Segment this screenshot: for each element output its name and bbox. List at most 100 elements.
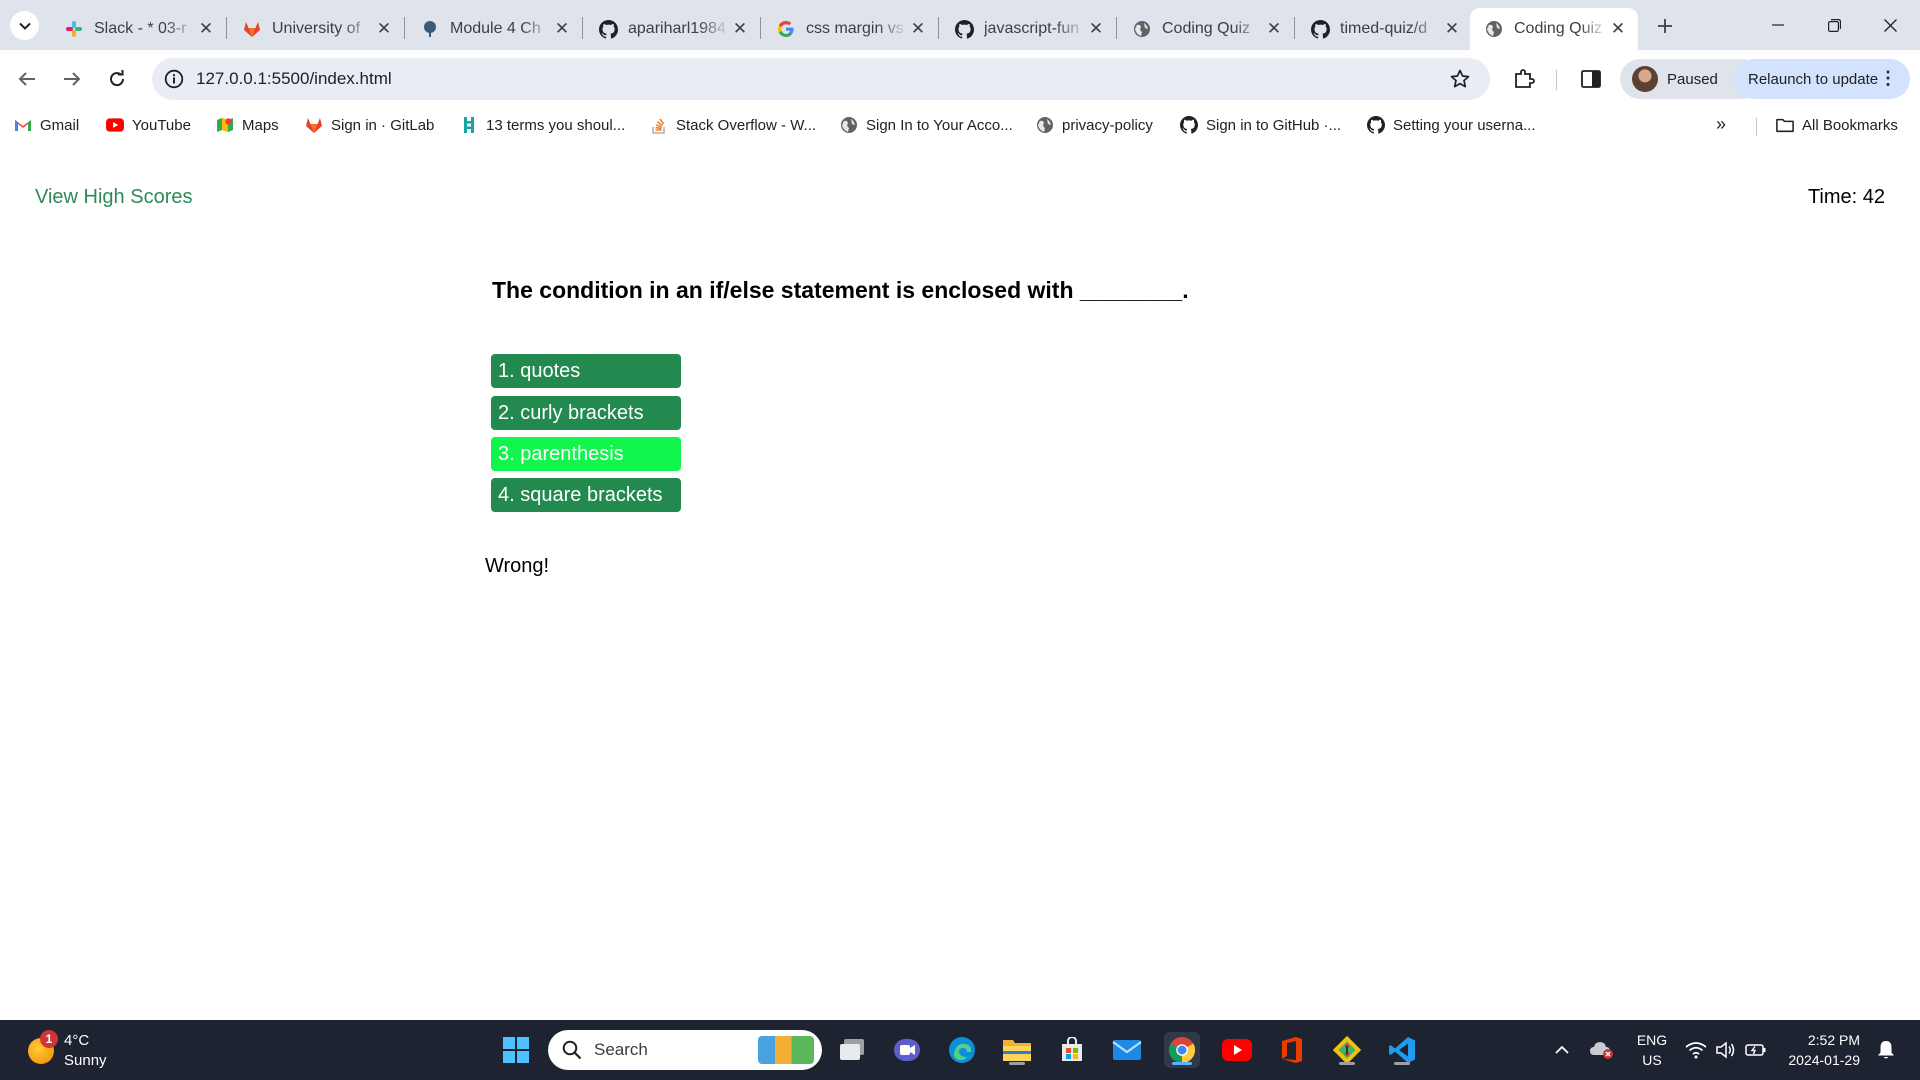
more-options-icon[interactable]: ⋮ xyxy=(1879,68,1897,88)
minimize-icon xyxy=(1772,24,1784,26)
edge-icon xyxy=(949,1037,975,1063)
address-bar[interactable]: 127.0.0.1:5500/index.html xyxy=(152,58,1490,100)
restore-button[interactable] xyxy=(1806,0,1862,50)
battery-status[interactable] xyxy=(1738,1032,1774,1068)
module-icon xyxy=(420,19,440,39)
git-app-button[interactable] xyxy=(1329,1032,1365,1068)
notification-badge: 1 xyxy=(40,1030,58,1048)
bookmark-star-icon[interactable] xyxy=(1448,67,1472,91)
tab-close-icon[interactable]: ✕ xyxy=(374,19,394,39)
folder-icon xyxy=(1003,1040,1031,1061)
tab-divider xyxy=(1294,17,1295,39)
bookmark-gmail[interactable]: Gmail xyxy=(14,114,79,136)
side-panel-button[interactable] xyxy=(1578,66,1604,92)
browser-tab-active[interactable]: Coding Quiz ✕ xyxy=(1470,8,1638,50)
answer-button[interactable]: 1. quotes xyxy=(491,354,681,388)
question-text: The condition in an if/else statement is… xyxy=(492,277,1189,303)
url-text[interactable]: 127.0.0.1:5500/index.html xyxy=(196,69,392,89)
browser-tab[interactable]: css margin vs ✕ xyxy=(762,8,938,50)
search-placeholder: Search xyxy=(594,1040,648,1059)
answer-button[interactable]: 4. square brackets xyxy=(491,478,681,512)
github-icon xyxy=(1310,19,1330,39)
arrow-right-icon xyxy=(64,72,81,86)
tab-title: Coding Quiz xyxy=(1162,20,1251,37)
answer-button-hovered[interactable]: 3. parenthesis xyxy=(491,437,681,471)
youtube-app-button[interactable] xyxy=(1219,1032,1255,1068)
tab-close-icon[interactable]: ✕ xyxy=(730,19,750,39)
reload-icon xyxy=(110,70,125,87)
bookmark-label: Sign In to Your Acco... xyxy=(866,116,1013,134)
tab-search-button[interactable] xyxy=(10,11,39,40)
bookmark-youtube[interactable]: YouTube xyxy=(106,114,191,136)
tab-close-icon[interactable]: ✕ xyxy=(908,19,928,39)
tab-close-icon[interactable]: ✕ xyxy=(1264,19,1284,39)
bookmark-label: YouTube xyxy=(132,116,191,134)
forward-button[interactable] xyxy=(55,62,89,96)
browser-tab[interactable]: Module 4 Ch ✕ xyxy=(406,8,582,50)
weather-widget[interactable]: 1 4°C Sunny xyxy=(26,1030,156,1072)
close-window-button[interactable] xyxy=(1862,0,1918,50)
bookmark-label: 13 terms you shoul... xyxy=(486,116,626,134)
notifications-button[interactable] xyxy=(1868,1032,1904,1068)
running-indicator xyxy=(1394,1062,1410,1065)
tab-close-icon[interactable]: ✕ xyxy=(1086,19,1106,39)
bookmark-stackoverflow[interactable]: Stack Overflow - W... xyxy=(650,114,816,136)
vscode-button[interactable] xyxy=(1384,1032,1420,1068)
new-tab-button[interactable] xyxy=(1651,12,1679,40)
github-icon xyxy=(954,19,974,39)
chrome-button[interactable] xyxy=(1164,1032,1200,1068)
relaunch-update-button[interactable]: Relaunch to update ⋮ xyxy=(1734,59,1910,99)
mail-button[interactable] xyxy=(1109,1032,1145,1068)
microsoft-store-button[interactable] xyxy=(1054,1032,1090,1068)
tab-divider xyxy=(404,17,405,39)
bookmark-maps[interactable]: Maps xyxy=(216,114,279,136)
view-high-scores-link[interactable]: View High Scores xyxy=(35,186,192,209)
all-bookmarks-button[interactable]: All Bookmarks xyxy=(1776,114,1898,136)
browser-tab[interactable]: javascript-fun ✕ xyxy=(940,8,1116,50)
browser-tab[interactable]: apariharl1984 ✕ xyxy=(584,8,760,50)
clock-time: 2:52 PM xyxy=(1807,1032,1860,1048)
browser-tab[interactable]: University of ✕ xyxy=(228,8,404,50)
bookmark-13-terms[interactable]: 13 terms you shoul... xyxy=(460,114,625,136)
bookmark-github-signin[interactable]: Sign in to GitHub ·... xyxy=(1180,114,1341,136)
side-panel-icon xyxy=(1581,70,1601,88)
windows-logo-icon xyxy=(503,1037,529,1063)
tab-close-icon[interactable]: ✕ xyxy=(196,19,216,39)
start-button[interactable] xyxy=(498,1032,534,1068)
system-clock[interactable]: 2:52 PM 2024-01-29 xyxy=(1778,1030,1860,1070)
extensions-button[interactable] xyxy=(1511,66,1537,92)
tab-divider xyxy=(760,17,761,39)
file-explorer-button[interactable] xyxy=(999,1032,1035,1068)
teams-chat-button[interactable] xyxy=(889,1032,925,1068)
minimize-button[interactable] xyxy=(1750,0,1806,50)
tab-close-icon[interactable]: ✕ xyxy=(1442,19,1462,39)
input-language-indicator[interactable]: ENG US xyxy=(1632,1030,1672,1070)
back-button[interactable] xyxy=(10,62,44,96)
stackoverflow-icon xyxy=(650,116,668,134)
folder-icon xyxy=(1776,116,1794,134)
bookmark-sign-in-account[interactable]: Sign In to Your Acco... xyxy=(840,114,1013,136)
office-button[interactable] xyxy=(1274,1032,1310,1068)
onedrive-status-button[interactable] xyxy=(1584,1032,1620,1068)
site-info-icon[interactable] xyxy=(162,67,186,91)
running-indicator xyxy=(1339,1062,1355,1065)
bookmarks-bar: Gmail YouTube Maps Sign in · GitLab 13 t… xyxy=(0,108,1920,142)
more-bookmarks-chevron-icon[interactable]: » xyxy=(1716,114,1726,135)
timer-display: Time: 42 xyxy=(1807,186,1885,208)
task-view-button[interactable] xyxy=(835,1032,871,1068)
bookmark-github-username[interactable]: Setting your userna... xyxy=(1367,114,1536,136)
browser-tab[interactable]: timed-quiz/d ✕ xyxy=(1296,8,1472,50)
tab-close-icon[interactable]: ✕ xyxy=(552,19,572,39)
show-hidden-icons-button[interactable] xyxy=(1544,1032,1580,1068)
bookmark-gitlab[interactable]: Sign in · GitLab xyxy=(305,114,434,136)
taskbar-search[interactable]: Search xyxy=(548,1030,822,1070)
tab-title: University of xyxy=(272,20,361,37)
browser-tab[interactable]: Slack - * 03-r ✕ xyxy=(50,8,226,50)
tab-close-icon[interactable]: ✕ xyxy=(1608,19,1628,39)
answer-button[interactable]: 2. curly brackets xyxy=(491,396,681,430)
tab-title: Module 4 Ch xyxy=(450,20,541,37)
edge-browser-button[interactable] xyxy=(944,1032,980,1068)
browser-tab[interactable]: Coding Quiz ✕ xyxy=(1118,8,1294,50)
bookmark-privacy-policy[interactable]: privacy-policy xyxy=(1036,114,1153,136)
reload-button[interactable] xyxy=(100,62,134,96)
